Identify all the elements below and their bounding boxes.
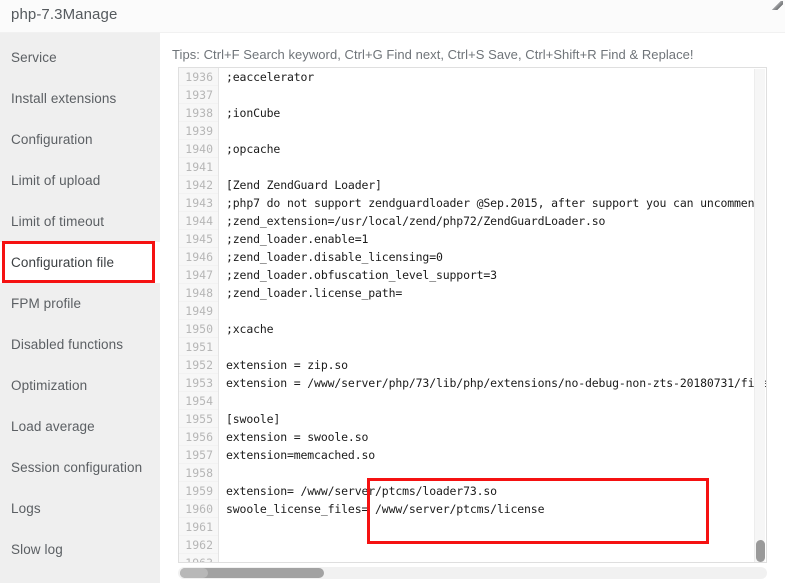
config-file-editor[interactable]: 1936 1937 1938 1939 1940 1941 1942 1943 1944 1945… [178, 67, 767, 563]
code-line[interactable] [220, 536, 766, 554]
code-line[interactable] [220, 122, 766, 140]
code-line[interactable] [220, 338, 766, 356]
code-line[interactable] [220, 518, 766, 536]
code-line[interactable] [220, 464, 766, 482]
code-line[interactable]: ;ionCube [220, 104, 766, 122]
line-number: 1944 [179, 212, 218, 230]
vertical-scrollbar-thumb[interactable] [756, 540, 765, 562]
line-number: 1948 [179, 284, 218, 302]
code-line[interactable] [220, 302, 766, 320]
sidebar-item-label: Disabled functions [11, 337, 124, 352]
sidebar-item-logs[interactable]: Logs [0, 488, 160, 529]
sidebar-item-label: Configuration file [11, 255, 115, 270]
sidebar-item-limit-of-upload[interactable]: Limit of upload [0, 160, 160, 201]
page-title: php-7.3Manage [11, 6, 118, 23]
sidebar-item-slow-log[interactable]: Slow log [0, 529, 160, 570]
line-number: 1958 [179, 464, 218, 482]
code-line[interactable]: ;zend_loader.obfuscation_level_support=3 [220, 266, 766, 284]
sidebar-item-phpinfo[interactable]: phpinfo [0, 570, 160, 583]
line-number: 1961 [179, 518, 218, 536]
sidebar-item-label: Logs [11, 501, 41, 516]
code-line[interactable]: extension= /www/server/ptcms/loader73.so [220, 482, 766, 500]
sidebar-item-fpm-profile[interactable]: FPM profile [0, 283, 160, 324]
main-panel: Tips: Ctrl+F Search keyword, Ctrl+G Find… [160, 33, 785, 583]
line-number: 1937 [179, 86, 218, 104]
code-line[interactable]: ;opcache [220, 140, 766, 158]
line-number: 1963 [179, 554, 218, 562]
close-icon[interactable] [771, 1, 783, 10]
line-number: 1952 [179, 356, 218, 374]
php-manage-window: php-7.3Manage Service Install extensions C… [0, 0, 785, 583]
sidebar-item-service[interactable]: Service [0, 37, 160, 78]
sidebar-item-label: Slow log [11, 542, 63, 557]
code-line[interactable]: [swoole] [220, 410, 766, 428]
sidebar-item-disabled-functions[interactable]: Disabled functions [0, 324, 160, 365]
horizontal-scrollbar-thumb-cap[interactable] [180, 568, 208, 578]
line-number: 1959 [179, 482, 218, 500]
line-number: 1947 [179, 266, 218, 284]
sidebar-item-load-average[interactable]: Load average [0, 406, 160, 447]
code-line[interactable]: ;zend_loader.license_path= [220, 284, 766, 302]
window-header: php-7.3Manage [0, 0, 785, 32]
sidebar-item-configuration-file[interactable]: Configuration file [0, 242, 160, 283]
code-content[interactable]: ;eaccelerator ;ionCube ;opcache [Zend ZendG… [220, 68, 766, 562]
sidebar-item-label: Install extensions [11, 91, 117, 106]
line-number: 1950 [179, 320, 218, 338]
code-line[interactable]: ;xcache [220, 320, 766, 338]
sidebar-item-label: Limit of timeout [11, 214, 105, 229]
sidebar-item-label: Load average [11, 419, 95, 434]
code-line[interactable]: ;eaccelerator [220, 68, 766, 86]
line-number: 1936 [179, 68, 218, 86]
sidebar-item-configuration[interactable]: Configuration [0, 119, 160, 160]
sidebar-item-label: Session configuration [11, 460, 143, 475]
code-line[interactable] [220, 392, 766, 410]
line-number: 1938 [179, 104, 218, 122]
line-number: 1941 [179, 158, 218, 176]
line-number: 1939 [179, 122, 218, 140]
line-number: 1953 [179, 374, 218, 392]
code-line[interactable] [220, 554, 766, 562]
code-line[interactable]: ;zend_loader.enable=1 [220, 230, 766, 248]
code-line[interactable]: extension = /www/server/php/73/lib/php/e… [220, 374, 766, 392]
code-line[interactable]: ;zend_extension=/usr/local/zend/php72/Ze… [220, 212, 766, 230]
sidebar-item-optimization[interactable]: Optimization [0, 365, 160, 406]
editor-tips: Tips: Ctrl+F Search keyword, Ctrl+G Find… [172, 47, 694, 62]
sidebar-item-label: Service [11, 50, 57, 65]
sidebar-item-label: Optimization [11, 378, 88, 393]
code-line[interactable] [220, 158, 766, 176]
line-number: 1962 [179, 536, 218, 554]
code-line[interactable]: extension = zip.so [220, 356, 766, 374]
line-number: 1949 [179, 302, 218, 320]
line-number: 1951 [179, 338, 218, 356]
line-number: 1942 [179, 176, 218, 194]
line-number: 1954 [179, 392, 218, 410]
sidebar-item-install-extensions[interactable]: Install extensions [0, 78, 160, 119]
code-line[interactable]: ;zend_loader.disable_licensing=0 [220, 248, 766, 266]
code-line[interactable]: [Zend ZendGuard Loader] [220, 176, 766, 194]
code-line[interactable] [220, 86, 766, 104]
sidebar-item-session-configuration[interactable]: Session configuration [0, 447, 160, 488]
code-line[interactable]: swoole_license_files= /www/server/ptcms/… [220, 500, 766, 518]
line-number: 1960 [179, 500, 218, 518]
line-number: 1956 [179, 428, 218, 446]
sidebar-item-label: Configuration [11, 132, 93, 147]
sidebar-item-limit-of-timeout[interactable]: Limit of timeout [0, 201, 160, 242]
sidebar-item-label: Limit of upload [11, 173, 101, 188]
editor-vertical-scrollbar[interactable] [754, 69, 765, 562]
sidebar: Service Install extensions Configuration Li… [0, 33, 160, 583]
line-number: 1940 [179, 140, 218, 158]
sidebar-item-label: FPM profile [11, 296, 82, 311]
line-number: 1945 [179, 230, 218, 248]
line-number: 1957 [179, 446, 218, 464]
line-number: 1946 [179, 248, 218, 266]
line-number: 1955 [179, 410, 218, 428]
editor-horizontal-scrollbar[interactable] [178, 567, 767, 579]
line-number-gutter: 1936 1937 1938 1939 1940 1941 1942 1943 1944 1945… [179, 68, 219, 562]
code-line[interactable]: extension=memcached.so [220, 446, 766, 464]
line-number: 1943 [179, 194, 218, 212]
code-line[interactable]: extension = swoole.so [220, 428, 766, 446]
code-line[interactable]: ;php7 do not support zendguardloader @Se… [220, 194, 766, 212]
